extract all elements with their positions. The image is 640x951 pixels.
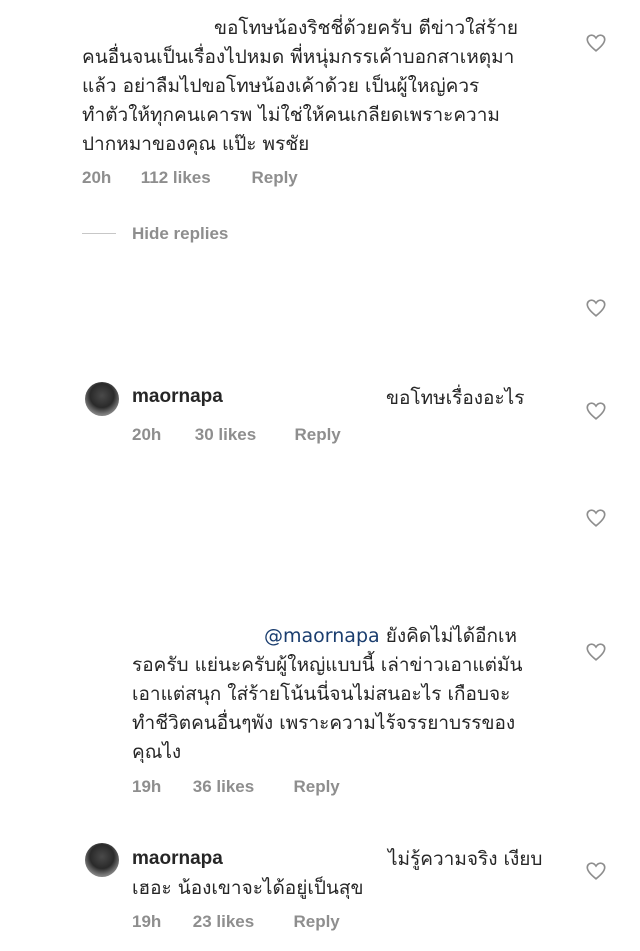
comment-1-time: 20h (82, 168, 112, 187)
hide-replies-button[interactable]: Hide replies (132, 224, 228, 244)
reply-2-reply-button[interactable]: Reply (293, 777, 339, 797)
reply-2-line-1-text: ยังคิดไม่ได้อีกเห (385, 625, 518, 647)
reply-1-reply-button[interactable]: Reply (294, 425, 340, 445)
reply-3-time: 19h (132, 912, 162, 931)
heart-outline-icon[interactable] (585, 400, 607, 422)
heart-outline-icon[interactable] (585, 507, 607, 529)
reply-1-time: 20h (132, 425, 162, 444)
comment-1-line-1: ขอโทษน้องริชชี่ด้วยครับ ตีข่าวใส่ร้าย (214, 17, 519, 39)
reply-1-text: ขอโทษเรื่องอะไร (386, 387, 525, 409)
reply-3-line-2: เฮอะ น้องเขาจะได้อยู่เป็นสุข (132, 877, 364, 899)
comment-1-line-4: ทำตัวให้ทุกคนเคารพ ไม่ใช่ให้คนเกลียดเพรา… (82, 104, 500, 126)
mention-link[interactable]: @maornapa (264, 625, 380, 647)
reply-1-likes[interactable]: 30 likes (195, 425, 290, 445)
heart-outline-icon[interactable] (585, 297, 607, 319)
avatar[interactable] (85, 382, 119, 416)
reply-2-likes[interactable]: 36 likes (193, 777, 289, 797)
reply-2-line-1: @maornapa ยังคิดไม่ได้อีกเห (264, 622, 517, 651)
comment-1-line-2: คนอื่นจนเป็นเรื่องไปหมด พี่หนุ่มกรรเค้าบ… (82, 46, 515, 68)
avatar[interactable] (85, 843, 119, 877)
heart-outline-icon[interactable] (585, 641, 607, 663)
username[interactable]: maornapa (132, 848, 223, 870)
reply-3-meta: 19h 23 likes Reply (132, 912, 340, 932)
comment-1-reply-button[interactable]: Reply (251, 168, 297, 188)
username[interactable]: maornapa (132, 386, 223, 408)
reply-2-time: 19h (132, 777, 162, 796)
comment-1-meta: 20h 112 likes Reply (82, 168, 298, 188)
reply-2-line-2: รอครับ แย่นะครับผู้ใหญ่แบบนี้ เล่าข่าวเอ… (132, 654, 523, 676)
reply-2-line-5: คุณไง (132, 741, 182, 763)
reply-3-line-1: ไม่รู้ความจริง เงียบ (388, 848, 543, 870)
reply-2-meta: 19h 36 likes Reply (132, 777, 340, 797)
comment-1-likes[interactable]: 112 likes (141, 168, 247, 188)
hide-replies-divider (82, 233, 116, 234)
comment-1-line-5: ปากหมาของคุณ แป๊ะ พรชัย (82, 133, 310, 155)
heart-outline-icon[interactable] (585, 32, 607, 54)
reply-1-meta: 20h 30 likes Reply (132, 425, 341, 445)
reply-2-line-3: เอาแต่สนุก ใส่ร้ายโน้นนี่จนไม่สนอะไร เกื… (132, 683, 511, 705)
heart-outline-icon[interactable] (585, 860, 607, 882)
comment-1-line-3: แล้ว อย่าลืมไปขอโทษน้องเค้าด้วย เป็นผู้ใ… (82, 75, 480, 97)
reply-3-reply-button[interactable]: Reply (293, 912, 339, 932)
reply-2-line-4: ทำชีวิตคนอื่นๆพัง เพราะความไร้จรรยาบรรขอ… (132, 712, 516, 734)
reply-3-likes[interactable]: 23 likes (193, 912, 289, 932)
